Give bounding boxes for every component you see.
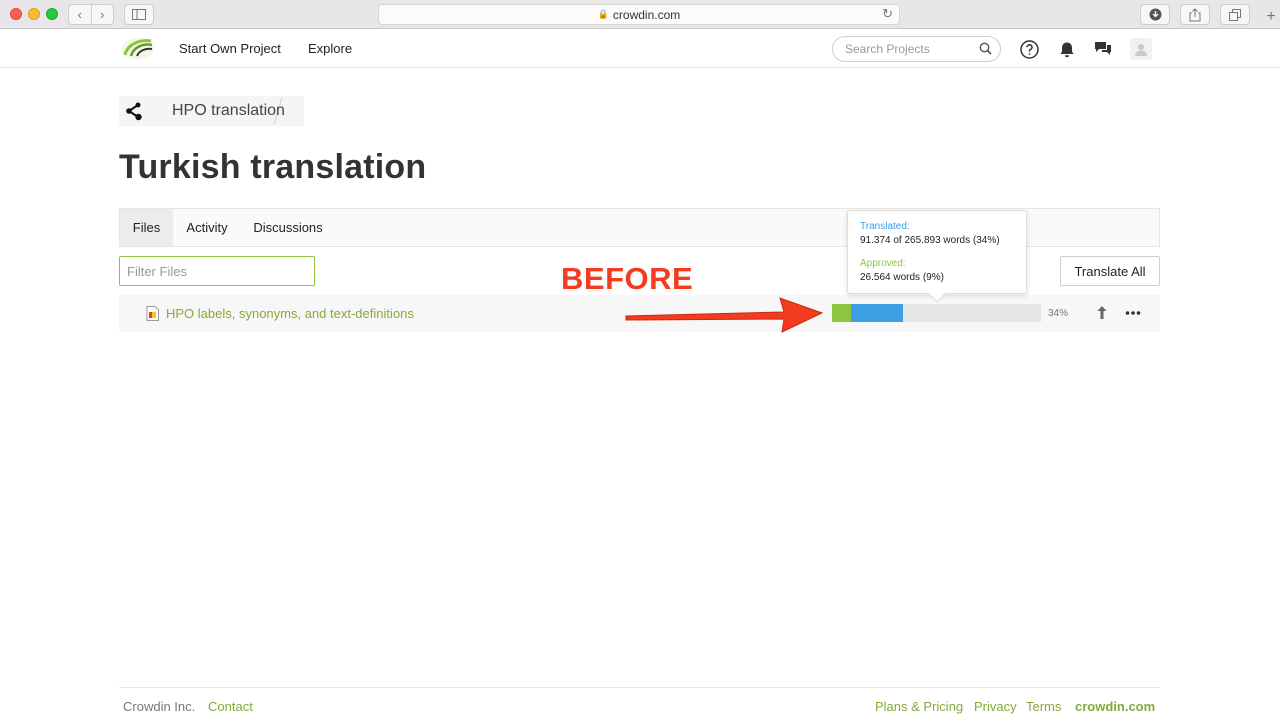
user-avatar[interactable] (1130, 38, 1152, 60)
site-header: Start Own Project Explore (0, 30, 1280, 68)
search-input[interactable] (845, 41, 975, 57)
share-sheet-icon (1189, 7, 1201, 21)
progress-tooltip: Translated: 91.374 of 265.893 words (34%… (847, 210, 1027, 303)
breadcrumb-project-link[interactable]: HPO translation (172, 102, 285, 120)
translated-progress-fill (850, 304, 904, 322)
zoom-window-button[interactable] (46, 8, 58, 20)
browser-toolbar: ‹ › 🔒 crowdin.com ↻ + (0, 0, 1280, 29)
browser-share-button[interactable] (1180, 4, 1210, 25)
footer-brand-link[interactable]: crowdin.com (1075, 699, 1155, 714)
tooltip-translated-label: Translated: (860, 221, 910, 232)
annotation-arrow (625, 297, 824, 333)
history-nav: ‹ › (68, 4, 114, 25)
breadcrumb: HPO translation (119, 96, 304, 126)
help-button[interactable] (1019, 39, 1039, 59)
tab-files[interactable]: Files (120, 209, 173, 246)
chat-icon (1095, 42, 1111, 55)
footer-privacy-link[interactable]: Privacy (974, 699, 1017, 714)
forward-button[interactable]: › (92, 7, 114, 22)
download-icon (1149, 8, 1161, 21)
sidebar-icon (132, 9, 146, 20)
filter-box (119, 256, 315, 286)
minimize-window-button[interactable] (28, 8, 40, 20)
address-bar[interactable]: 🔒 crowdin.com ↻ (378, 4, 900, 25)
tooltip-approved-value: 26.564 words (9%) (860, 272, 944, 283)
back-button[interactable]: ‹ (69, 7, 91, 22)
more-icon[interactable] (1125, 305, 1141, 321)
tab-discussions[interactable]: Discussions (241, 209, 335, 246)
share-icon[interactable] (123, 101, 145, 121)
tab-overview-button[interactable] (1220, 4, 1250, 25)
nav-explore[interactable]: Explore (308, 41, 352, 56)
reload-icon[interactable]: ↻ (882, 6, 893, 22)
footer-plans-link[interactable]: Plans & Pricing (875, 699, 963, 714)
search-box (832, 36, 1001, 62)
search-icon[interactable] (979, 42, 992, 55)
translate-all-button[interactable]: Translate All (1060, 256, 1160, 286)
approved-progress-fill (832, 304, 851, 322)
messages-button[interactable] (1093, 39, 1113, 59)
progress-percent: 34% (1048, 308, 1069, 319)
tooltip-approved-label: Approved: (860, 258, 906, 269)
footer-terms-link[interactable]: Terms (1026, 699, 1061, 714)
upload-icon[interactable] (1096, 305, 1108, 320)
tabs-icon (1229, 8, 1241, 21)
footer-divider (119, 687, 1160, 688)
crowdin-logo[interactable] (121, 37, 155, 61)
close-window-button[interactable] (10, 8, 22, 20)
downloads-button[interactable] (1140, 4, 1170, 25)
nav-start-own-project[interactable]: Start Own Project (179, 41, 281, 56)
file-name-link[interactable]: HPO labels, synonyms, and text-definitio… (166, 306, 414, 321)
footer-company: Crowdin Inc. (123, 699, 196, 714)
lock-icon: 🔒 (597, 9, 609, 19)
user-icon (1135, 43, 1147, 56)
tooltip-translated-value: 91.374 of 265.893 words (34%) (860, 235, 1000, 246)
file-icon (146, 306, 159, 321)
url-text: crowdin.com (612, 7, 681, 22)
sidebar-toggle-button[interactable] (124, 4, 154, 25)
filter-files-input[interactable] (127, 263, 307, 279)
notifications-button[interactable] (1057, 39, 1077, 59)
footer-contact-link[interactable]: Contact (208, 699, 253, 714)
help-icon (1019, 39, 1039, 59)
bell-icon (1060, 42, 1074, 57)
page-title: Turkish translation (119, 148, 427, 186)
new-tab-button[interactable]: + (1262, 6, 1280, 28)
translation-progress-bar[interactable] (832, 304, 1041, 322)
tab-activity[interactable]: Activity (173, 209, 241, 246)
